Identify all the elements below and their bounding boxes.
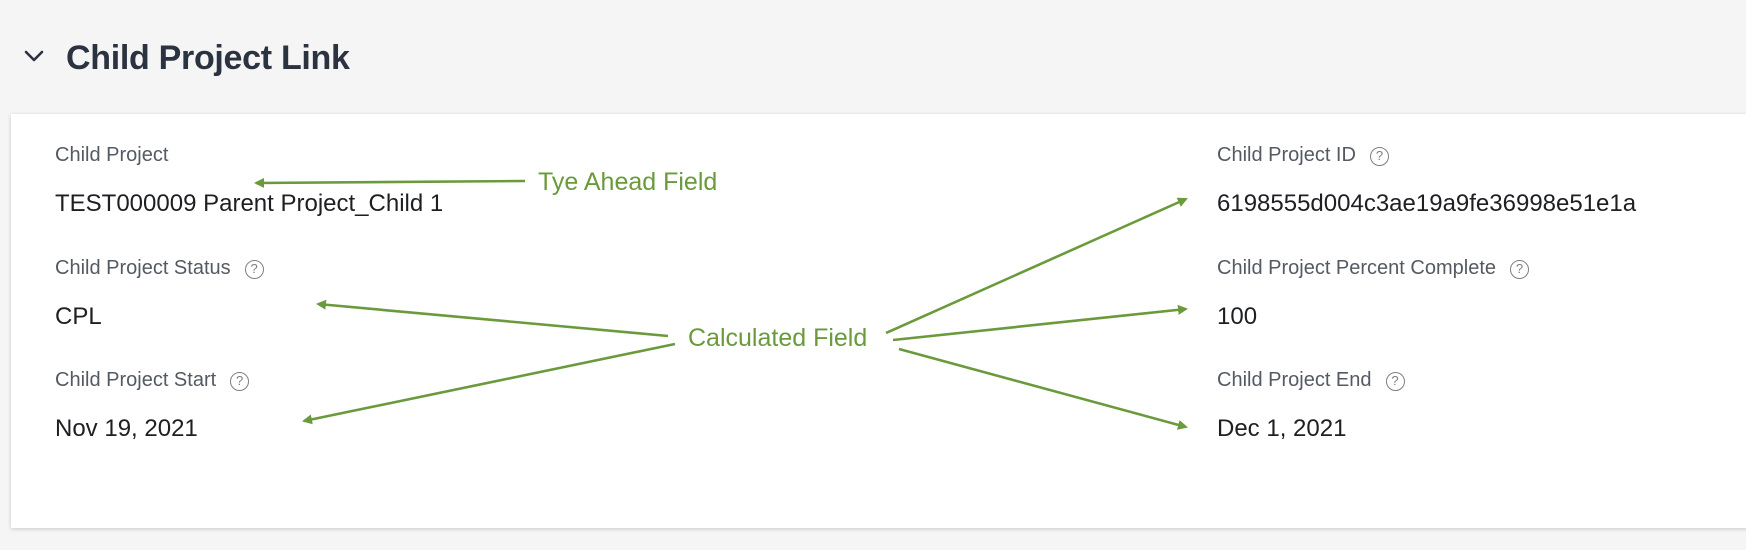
help-icon[interactable]: ? [1385, 371, 1405, 391]
child-project-start-label-text: Child Project Start [55, 369, 217, 391]
section-header: Child Project Link [0, 0, 1746, 114]
child-project-id-label-text: Child Project ID [1217, 144, 1356, 166]
child-project-start-value: Nov 19, 2021 [55, 415, 198, 442]
child-project-status-value: CPL [55, 303, 102, 330]
field-child-project: Child Project TEST000009 Parent Project_… [55, 142, 443, 220]
child-project-label-text: Child Project [55, 144, 169, 166]
child-project-percent-complete-value: 100 [1217, 303, 1258, 330]
child-project-label: Child Project [55, 142, 443, 168]
help-icon[interactable]: ? [230, 371, 250, 391]
child-project-id-label: Child Project ID ? [1217, 142, 1636, 168]
child-project-end-label: Child Project End ? [1217, 367, 1405, 393]
child-project-start-label: Child Project Start ? [55, 367, 250, 393]
help-icon[interactable]: ? [1510, 259, 1530, 279]
child-project-value[interactable]: TEST000009 Parent Project_Child 1 [55, 188, 443, 220]
chevron-down-icon[interactable] [20, 42, 48, 70]
help-icon[interactable]: ? [244, 259, 264, 279]
child-project-percent-complete-label: Child Project Percent Complete ? [1217, 255, 1530, 281]
child-project-status-label: Child Project Status ? [55, 255, 264, 281]
field-child-project-end: Child Project End ? Dec 1, 2021 [1217, 367, 1405, 445]
field-child-project-percent-complete: Child Project Percent Complete ? 100 [1217, 255, 1530, 333]
field-child-project-start: Child Project Start ? Nov 19, 2021 [55, 367, 250, 445]
child-project-link-card: Child Project TEST000009 Parent Project_… [11, 114, 1746, 528]
child-project-status-label-text: Child Project Status [55, 257, 231, 279]
field-child-project-id: Child Project ID ? 6198555d004c3ae19a9fe… [1217, 142, 1636, 220]
child-project-percent-complete-label-text: Child Project Percent Complete [1217, 257, 1497, 279]
help-icon[interactable]: ? [1369, 146, 1389, 166]
field-child-project-status: Child Project Status ? CPL [55, 255, 264, 333]
child-project-end-value: Dec 1, 2021 [1217, 415, 1347, 442]
section-title: Child Project Link [66, 39, 350, 77]
child-project-end-label-text: Child Project End [1217, 369, 1372, 391]
child-project-id-value: 6198555d004c3ae19a9fe36998e51e1a [1217, 190, 1637, 217]
